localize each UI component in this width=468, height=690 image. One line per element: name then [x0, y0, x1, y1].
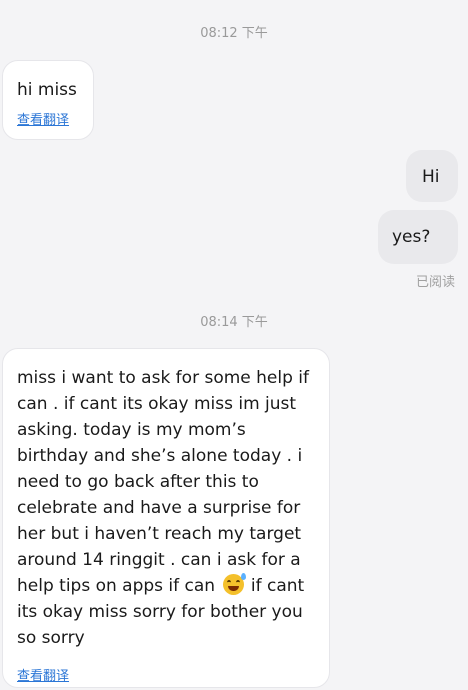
- message-text: miss i want to ask for some help if can …: [17, 365, 329, 651]
- message-text-part-1: miss i want to ask for some help if can …: [17, 368, 310, 596]
- incoming-message-2[interactable]: miss i want to ask for some help if can …: [2, 348, 330, 688]
- timestamp-1: 08:12 下午: [200, 26, 268, 41]
- outgoing-message-2[interactable]: yes?: [378, 210, 458, 264]
- message-text: yes?: [392, 227, 431, 247]
- read-status: 已阅读: [416, 275, 456, 290]
- outgoing-message-1[interactable]: Hi: [406, 150, 458, 202]
- timestamp-2: 08:14 下午: [200, 315, 268, 330]
- view-translation-link[interactable]: 查看翻译: [17, 109, 69, 128]
- grinning-sweat-emoji-icon: [222, 573, 246, 595]
- view-translation-link[interactable]: 查看翻译: [17, 665, 69, 684]
- message-text: Hi: [422, 167, 440, 187]
- message-text: hi miss: [17, 80, 77, 100]
- incoming-message-1[interactable]: hi miss 查看翻译: [2, 60, 94, 140]
